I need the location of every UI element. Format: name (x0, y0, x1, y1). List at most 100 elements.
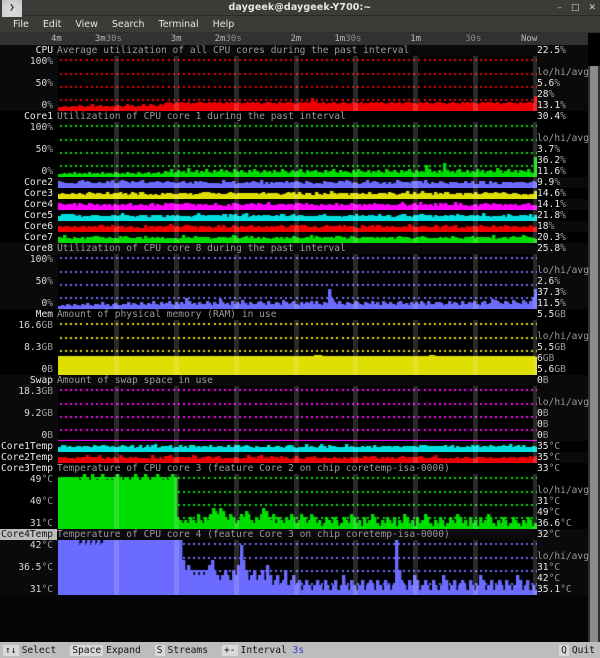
monitor-section-core6[interactable]: Core6 18% (0, 221, 588, 232)
section-label-core2[interactable]: Core2 (0, 177, 57, 188)
stats-heading: lo/hi/avg (537, 331, 589, 342)
section-header[interactable]: Core7 20.3% (0, 232, 588, 243)
section-label-core2temp[interactable]: Core2Temp (0, 452, 57, 463)
section-current-value: 35°C (537, 452, 561, 463)
axis-tick-label: 36.5°C (18, 562, 53, 573)
section-description: Utilization of CPU core 1 during the pas… (57, 111, 346, 122)
section-graph-core4temp: 42°C 36.5°C 31°C lo/hi/avg 31°C 42°C 35.1°C (0, 540, 589, 595)
monitor-section-cpu[interactable]: CPU Average utilization of all CPU cores … (0, 45, 589, 111)
menu-item-terminal[interactable]: Terminal (152, 18, 206, 31)
monitor-section-swap[interactable]: Swap Amount of swap space in use 0B 18.3GB 9… (0, 375, 589, 441)
section-description: Average utilization of all CPU cores dur… (57, 45, 410, 56)
menu-item-edit[interactable]: Edit (36, 18, 68, 31)
section-current-value: 9.9% (537, 177, 561, 188)
section-header[interactable]: Core5 21.8% (0, 210, 588, 221)
graph-stats: lo/hi/avg 31°C 49°C 36.6°C (537, 474, 597, 529)
section-header[interactable]: Core4 14.1% (0, 199, 588, 210)
graph-y-axis: 16.6GB 8.3GB 0B (0, 320, 57, 375)
section-label-swap[interactable]: Swap (0, 375, 57, 386)
section-header[interactable]: Core2 9.9% (0, 177, 588, 188)
stat-hi: 37.3% (537, 287, 566, 298)
monitor-section-core4temp[interactable]: Core4Temp Temperature of CPU core 4 (feat… (0, 529, 589, 595)
section-header[interactable]: CPU Average utilization of all CPU cores … (0, 45, 588, 56)
monitor-section-core1temp[interactable]: Core1Temp 35°C (0, 441, 588, 452)
axis-tick-label: 16.6GB (18, 320, 53, 331)
stat-lo: 5.6% (537, 78, 561, 89)
monitor-section-core8[interactable]: Core8 Utilization of CPU core 8 during th… (0, 243, 589, 309)
section-label-core8[interactable]: Core8 (0, 243, 57, 254)
status-item-quit[interactable]: Q Quit (559, 644, 595, 656)
section-header[interactable]: Core3 14.6% (0, 188, 588, 199)
maximize-icon[interactable]: □ (571, 3, 580, 13)
status-item-expand[interactable]: Space Expand (70, 644, 141, 656)
minimize-icon[interactable]: – (557, 3, 562, 13)
graph-plot-area (58, 474, 537, 529)
section-label-core3temp[interactable]: Core3Temp (0, 463, 57, 474)
stat-avg: 5.6GB (537, 364, 566, 375)
section-label-core6[interactable]: Core6 (0, 221, 57, 232)
section-header[interactable]: Core3Temp Temperature of CPU core 3 (feat… (0, 463, 588, 474)
section-label-mem[interactable]: Mem (0, 309, 57, 320)
section-header[interactable]: Core4Temp Temperature of CPU core 4 (feat… (0, 529, 588, 540)
axis-tick-label: 0B (41, 364, 53, 375)
monitor-section-core4[interactable]: Core4 14.1% (0, 199, 588, 210)
graph-y-axis: 100% 50% 0% (0, 122, 57, 177)
axis-tick-label: 8.3GB (24, 342, 53, 353)
stat-lo: 31°C (537, 496, 561, 507)
monitor-section-mem[interactable]: Mem Amount of physical memory (RAM) in us… (0, 309, 589, 375)
section-label-cpu[interactable]: CPU (0, 45, 57, 56)
graph-stats: lo/hi/avg 5.6% 28% 13.1% (537, 56, 597, 111)
section-header[interactable]: Core6 18% (0, 221, 588, 232)
status-item-select[interactable]: ↑↓ Select (3, 644, 56, 656)
section-header[interactable]: Mem Amount of physical memory (RAM) in us… (0, 309, 588, 320)
stat-lo: 31°C (537, 562, 561, 573)
menu-item-view[interactable]: View (68, 18, 105, 31)
close-icon[interactable]: ✕ (588, 3, 596, 13)
section-graph-swap: 18.3GB 9.2GB 0B lo/hi/avg 0B 0B 0B (0, 386, 589, 441)
monitor-section-core3[interactable]: Core3 14.6% (0, 188, 588, 199)
menu-item-search[interactable]: Search (105, 18, 152, 31)
graph-stats: lo/hi/avg 0B 0B 0B (537, 386, 597, 441)
status-key: Space (70, 644, 104, 656)
section-label-core4[interactable]: Core4 (0, 199, 57, 210)
graph-plot-area (58, 386, 537, 441)
monitor-section-core1[interactable]: Core1 Utilization of CPU core 1 during th… (0, 111, 589, 177)
section-current-value: 20.3% (537, 232, 566, 243)
status-item-interval[interactable]: +- Interval 3s (221, 644, 304, 656)
menu-item-help[interactable]: Help (206, 18, 242, 31)
monitor-section-core7[interactable]: Core7 20.3% (0, 232, 588, 243)
axis-tick-label: 100% (29, 56, 53, 67)
status-bar: ↑↓ Select Space Expand S Streams +- Interval 3s… (0, 642, 600, 658)
section-graph-core8: 100% 50% 0% lo/hi/avg 2.6% 37.3% 11.5% (0, 254, 589, 309)
section-header[interactable]: Swap Amount of swap space in use 0B (0, 375, 588, 386)
stat-avg: 36.6°C (537, 518, 572, 529)
section-header[interactable]: Core1Temp 35°C (0, 441, 588, 452)
stat-lo: 2.6% (537, 276, 561, 287)
status-item-streams[interactable]: S Streams (154, 644, 208, 656)
section-label-core3[interactable]: Core3 (0, 188, 57, 199)
stats-heading: lo/hi/avg (537, 485, 589, 496)
graph-plot-area (58, 320, 537, 375)
monitor-section-core3temp[interactable]: Core3Temp Temperature of CPU core 3 (feat… (0, 463, 589, 529)
menu-item-file[interactable]: File (6, 18, 36, 31)
status-key: Q (559, 644, 569, 656)
section-sparkline-core7 (58, 232, 537, 243)
section-header[interactable]: Core8 Utilization of CPU core 8 during th… (0, 243, 588, 254)
section-label-core1temp[interactable]: Core1Temp (0, 441, 57, 452)
section-header[interactable]: Core2Temp 35°C (0, 452, 588, 463)
status-label: Expand (106, 644, 141, 656)
timeline-tick: 3m30s (94, 34, 122, 44)
section-label-core7[interactable]: Core7 (0, 232, 57, 243)
section-label-core5[interactable]: Core5 (0, 210, 57, 221)
section-current-value: 5.5GB (537, 309, 566, 320)
monitor-section-core2temp[interactable]: Core2Temp 35°C (0, 452, 588, 463)
monitor-section-core5[interactable]: Core5 21.8% (0, 210, 588, 221)
stats-heading: lo/hi/avg (537, 133, 589, 144)
graph-stats: lo/hi/avg 5.5GB 6GB 5.6GB (537, 320, 597, 375)
monitor-section-core2[interactable]: Core2 9.9% (0, 177, 588, 188)
section-header[interactable]: Core1 Utilization of CPU core 1 during th… (0, 111, 588, 122)
section-label-core4temp[interactable]: Core4Temp (0, 529, 57, 540)
graph-stats: lo/hi/avg 31°C 42°C 35.1°C (537, 540, 597, 595)
section-label-core1[interactable]: Core1 (0, 111, 57, 122)
section-current-value: 14.6% (537, 188, 566, 199)
